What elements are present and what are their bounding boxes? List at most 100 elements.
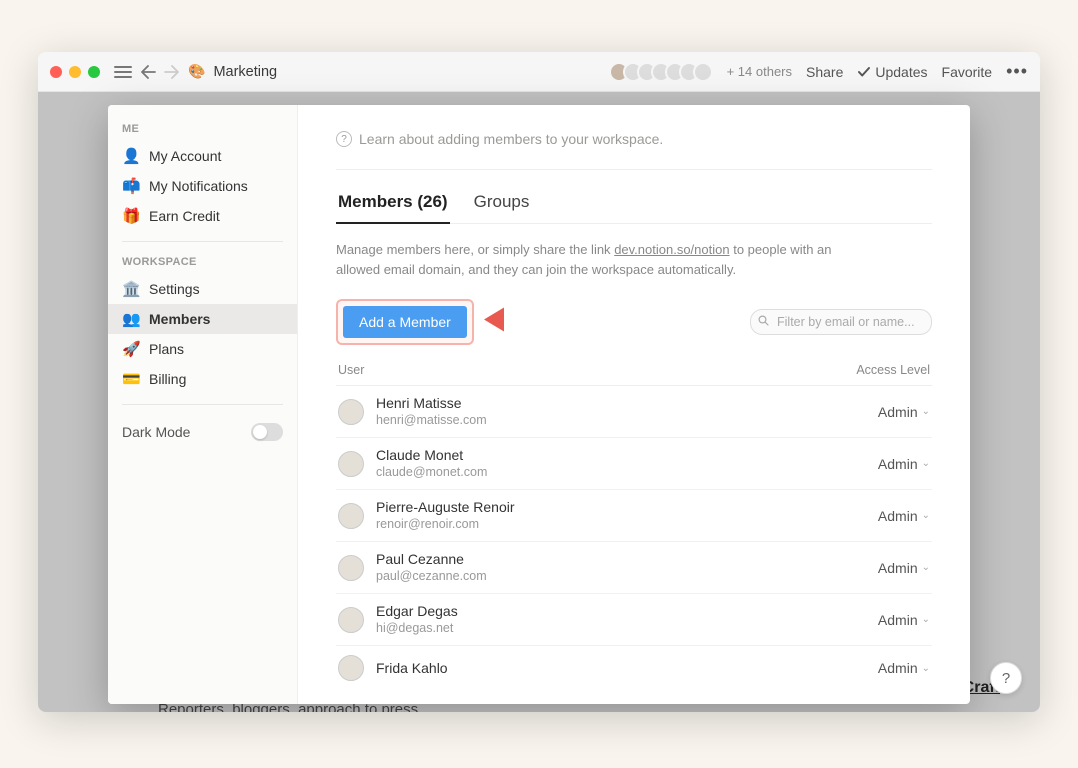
sidebar-item-plans[interactable]: 🚀Plans (108, 334, 297, 364)
building-icon: 🏛️ (122, 280, 140, 298)
avatar (338, 451, 364, 477)
account-icon: 👤 (122, 147, 140, 165)
member-email: renoir@renoir.com (376, 516, 820, 532)
mailbox-icon: 📫 (122, 177, 140, 195)
maximize-window-button[interactable] (88, 66, 100, 78)
sidebar-item-settings[interactable]: 🏛️ Settings (108, 274, 297, 304)
member-info: Pierre-Auguste Renoirrenoir@renoir.com (376, 499, 820, 532)
dark-mode-label: Dark Mode (122, 424, 190, 440)
dark-mode-row: Dark Mode (108, 415, 297, 449)
chevron-down-icon: ⌄ (922, 406, 930, 417)
col-user: User (338, 363, 820, 377)
page-title[interactable]: Marketing (213, 64, 277, 80)
chevron-down-icon: ⌄ (922, 614, 930, 625)
sidebar-item-label: Members (149, 311, 210, 327)
search-icon (758, 315, 769, 329)
table-header: User Access Level (336, 363, 932, 386)
avatar (338, 399, 364, 425)
member-info: Edgar Degashi@degas.net (376, 603, 820, 636)
sidebar-item-notifications[interactable]: 📫 My Notifications (108, 171, 297, 201)
access-level-dropdown[interactable]: Admin ⌄ (820, 508, 930, 524)
access-level-dropdown[interactable]: Admin ⌄ (820, 404, 930, 420)
sidebar-item-label: Billing (149, 371, 186, 387)
rocket-icon: 🚀 (122, 340, 140, 358)
add-member-highlight: Add a Member (336, 299, 474, 345)
access-level-dropdown[interactable]: Admin ⌄ (820, 456, 930, 472)
chevron-down-icon: ⌄ (922, 562, 930, 573)
member-info: Claude Monetclaude@monet.com (376, 447, 820, 480)
access-level-dropdown[interactable]: Admin ⌄ (820, 560, 930, 576)
dark-mode-toggle[interactable] (251, 423, 283, 441)
share-link[interactable]: dev.notion.so/notion (614, 242, 729, 257)
member-name: Claude Monet (376, 447, 820, 464)
sidebar-header-workspace: WORKSPACE (108, 252, 297, 274)
app-window: 🎨 Marketing + 14 others Share Updates Fa… (38, 52, 1040, 712)
help-icon: ? (336, 131, 352, 147)
access-level-dropdown[interactable]: Admin ⌄ (820, 660, 930, 676)
more-menu-button[interactable]: ••• (1006, 61, 1028, 82)
chevron-down-icon: ⌄ (922, 663, 930, 674)
learn-link[interactable]: ? Learn about adding members to your wor… (336, 131, 932, 147)
avatar (338, 503, 364, 529)
titlebar: 🎨 Marketing + 14 others Share Updates Fa… (38, 52, 1040, 92)
member-row: Henri Matissehenri@matisse.comAdmin ⌄ (336, 386, 932, 438)
sidebar-item-label: Settings (149, 281, 200, 297)
member-row: Edgar Degashi@degas.netAdmin ⌄ (336, 594, 932, 646)
updates-label: Updates (875, 64, 927, 80)
presence-avatars[interactable] (609, 62, 713, 82)
titlebar-right: + 14 others Share Updates Favorite ••• (609, 61, 1028, 82)
share-button[interactable]: Share (806, 64, 843, 80)
member-row: Paul Cezannepaul@cezanne.comAdmin ⌄ (336, 542, 932, 594)
col-access: Access Level (820, 363, 930, 377)
sidebar-item-members[interactable]: 👥 Members (108, 304, 297, 334)
sidebar-item-label: My Notifications (149, 178, 248, 194)
members-list: Henri Matissehenri@matisse.comAdmin ⌄Cla… (336, 386, 932, 690)
back-button[interactable] (140, 65, 156, 79)
member-email: paul@cezanne.com (376, 568, 820, 584)
member-name: Henri Matisse (376, 395, 820, 412)
member-name: Edgar Degas (376, 603, 820, 620)
member-info: Frida Kahlo (376, 660, 820, 677)
help-text: Manage members here, or simply share the… (336, 240, 836, 279)
chevron-down-icon: ⌄ (922, 510, 930, 521)
arrow-annotation-icon (480, 303, 540, 342)
window-traffic-lights (50, 66, 100, 78)
favorite-button[interactable]: Favorite (942, 64, 993, 80)
add-member-button[interactable]: Add a Member (343, 306, 467, 338)
minimize-window-button[interactable] (69, 66, 81, 78)
member-row: Pierre-Auguste Renoirrenoir@renoir.comAd… (336, 490, 932, 542)
divider (122, 241, 283, 242)
tabs: Members (26) Groups (336, 192, 932, 224)
help-fab[interactable]: ? (990, 662, 1022, 694)
tab-groups[interactable]: Groups (472, 192, 532, 223)
member-row: Claude Monetclaude@monet.comAdmin ⌄ (336, 438, 932, 490)
updates-button[interactable]: Updates (857, 64, 927, 80)
sidebar-header-me: ME (108, 119, 297, 141)
close-window-button[interactable] (50, 66, 62, 78)
member-name: Paul Cezanne (376, 551, 820, 568)
forward-button[interactable] (164, 65, 180, 79)
member-filter-input[interactable] (750, 309, 932, 335)
avatar (338, 607, 364, 633)
sidebar-item-my-account[interactable]: 👤My Account (108, 141, 297, 171)
sidebar-item-label: Earn Credit (149, 208, 220, 224)
tab-members[interactable]: Members (26) (336, 192, 450, 224)
settings-sidebar: ME 👤My Account 📫 My Notifications 🎁 Earn C… (108, 105, 298, 704)
settings-main: ? Learn about adding members to your wor… (298, 105, 970, 704)
people-icon: 👥 (122, 310, 140, 328)
access-level-dropdown[interactable]: Admin ⌄ (820, 612, 930, 628)
check-icon (857, 66, 871, 78)
action-row: Add a Member (336, 299, 932, 345)
sidebar-item-billing[interactable]: 💳Billing (108, 364, 297, 394)
divider (336, 169, 932, 170)
sidebar-toggle-icon[interactable] (114, 65, 132, 79)
filter-wrap (750, 309, 932, 335)
learn-label: Learn about adding members to your works… (359, 131, 663, 147)
member-email: hi@degas.net (376, 620, 820, 636)
member-info: Henri Matissehenri@matisse.com (376, 395, 820, 428)
member-info: Paul Cezannepaul@cezanne.com (376, 551, 820, 584)
gift-icon: 🎁 (122, 207, 140, 225)
avatar (338, 555, 364, 581)
sidebar-item-earn-credit[interactable]: 🎁 Earn Credit (108, 201, 297, 231)
member-row: Frida KahloAdmin ⌄ (336, 646, 932, 690)
